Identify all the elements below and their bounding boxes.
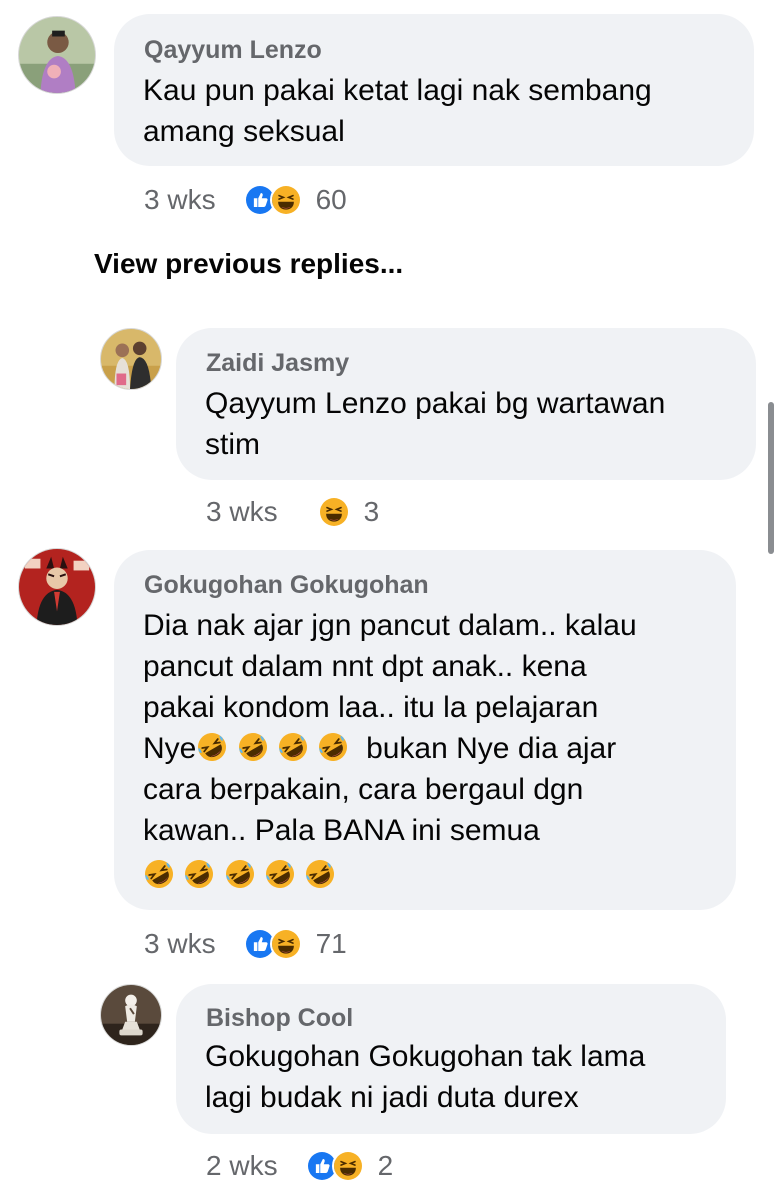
reactions-summary[interactable]: 71 (243, 928, 347, 960)
avatar[interactable] (18, 548, 96, 626)
comment-meta: 2 wks 2 (206, 1146, 393, 1186)
haha-reaction-icon (331, 1150, 364, 1182)
comment-text-segment: Nye (143, 732, 197, 765)
avatar[interactable] (18, 16, 96, 94)
comment-timestamp[interactable]: 2 wks (206, 1150, 278, 1182)
avatar[interactable] (100, 984, 162, 1046)
comment-meta: 3 wks 71 (144, 924, 347, 964)
comment-meta: 3 wks 3 (206, 492, 379, 532)
comment-author[interactable]: Qayyum Lenzo (144, 36, 322, 65)
comment-meta: 3 wks 60 (144, 180, 347, 220)
comment-text: Kau pun pakai ketat lagi nak sembang ama… (143, 74, 652, 148)
rofl-emoji (196, 731, 228, 763)
comment-text: Dia nak ajar jgn pancut dalam.. kalau pa… (143, 605, 733, 896)
rofl-emoji (183, 858, 215, 890)
rofl-emoji (277, 731, 309, 763)
comment-text-line (143, 851, 733, 896)
rofl-emoji (317, 731, 349, 763)
haha-reaction-icon (317, 496, 350, 528)
comment-text-line: Nye bukan Nye dia ajar (143, 728, 733, 769)
reactions-summary[interactable]: 2 (305, 1150, 394, 1182)
comment-text-segment: bukan Nye dia ajar (366, 732, 617, 765)
reactions-summary[interactable]: 60 (243, 184, 347, 216)
view-previous-replies-link[interactable]: View previous replies... (94, 248, 403, 280)
avatar[interactable] (100, 328, 162, 390)
comment-text-line: cara berpakain, cara bergaul dgn (143, 773, 584, 806)
comment-text: Qayyum Lenzo pakai bg wartawan stim (205, 387, 666, 461)
comment-author[interactable]: Zaidi Jasmy (206, 349, 349, 378)
reaction-count: 2 (377, 1150, 394, 1181)
avatar-photo (101, 985, 161, 1045)
comment-text-line: pancut dalam nnt dpt anak.. kena (143, 650, 587, 683)
comments-thread: Qayyum Lenzo Kau pun pakai ketat lagi na… (0, 0, 781, 1200)
haha-reaction-icon (269, 928, 302, 960)
reaction-count: 3 (363, 496, 380, 527)
comment-timestamp[interactable]: 3 wks (144, 184, 216, 216)
comment-text-line: pakai kondom laa.. itu la pelajaran (143, 691, 599, 724)
rofl-emoji (224, 858, 256, 890)
avatar-photo (19, 17, 95, 93)
rofl-emoji (237, 731, 269, 763)
rofl-emoji (264, 858, 296, 890)
reaction-count: 71 (315, 928, 347, 959)
comment-author[interactable]: Gokugohan Gokugohan (144, 571, 429, 600)
rofl-emoji (143, 858, 175, 890)
rofl-emoji (304, 858, 336, 890)
comment-text: Gokugohan Gokugohan tak lama lagi budak … (205, 1040, 646, 1114)
comment-text-line: kawan.. Pala BANA ini semua (143, 814, 540, 847)
avatar-photo (101, 329, 161, 389)
reaction-count: 60 (315, 184, 347, 215)
scrollbar-thumb[interactable] (768, 402, 774, 554)
comment-text-line: Dia nak ajar jgn pancut dalam.. kalau (143, 609, 637, 642)
avatar-photo (19, 549, 95, 625)
reactions-summary[interactable]: 3 (317, 496, 380, 528)
comment-author[interactable]: Bishop Cool (206, 1004, 353, 1033)
haha-reaction-icon (269, 184, 302, 216)
comment-timestamp[interactable]: 3 wks (206, 496, 278, 528)
comment-timestamp[interactable]: 3 wks (144, 928, 216, 960)
